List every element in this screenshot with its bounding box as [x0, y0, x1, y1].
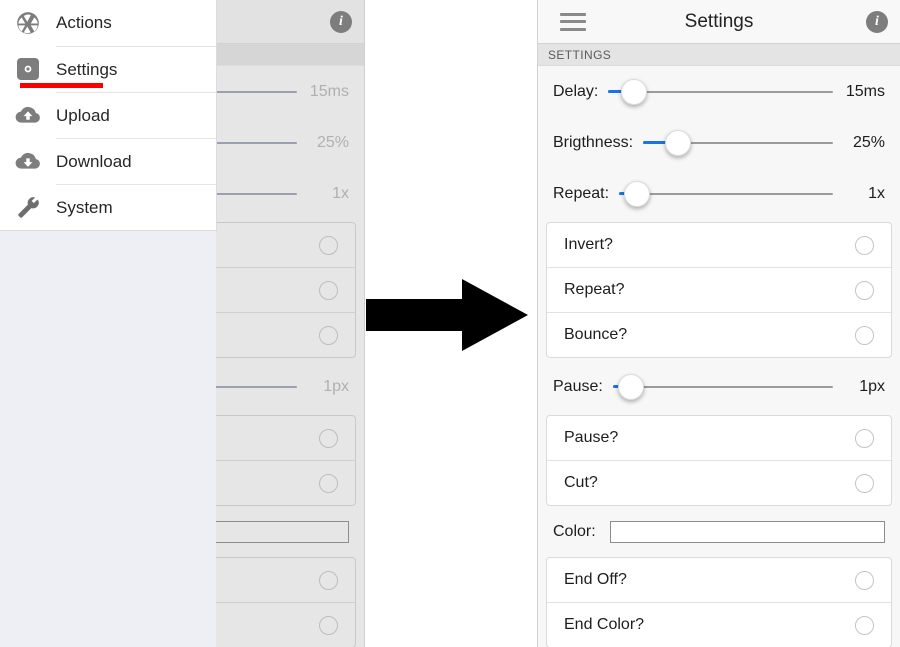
radio-icon-pause-before[interactable] — [319, 428, 338, 448]
toggle-group-3: End Off? End Color? — [546, 557, 892, 647]
slider-value-repeat: 1x — [868, 184, 885, 202]
selection-underline — [20, 83, 103, 88]
drawer-backdrop — [0, 230, 216, 647]
hamburger-bar — [560, 12, 586, 16]
slider-thumb-delay[interactable] — [621, 78, 648, 105]
toggle-label-end-off: End Off? — [564, 571, 627, 588]
slider-value-brightness-before: 25% — [316, 133, 349, 151]
settings-page: Delay: 15ms Brigthness: 25% Repeat: 1x I… — [538, 66, 900, 647]
slider-value-pause: 1px — [859, 377, 885, 395]
drawer-item-upload[interactable]: Upload — [0, 91, 216, 139]
list-item-repeat[interactable]: Repeat? — [547, 268, 891, 313]
cloud-upload-icon — [14, 101, 42, 129]
slider-track — [612, 385, 833, 388]
drawer-item-actions[interactable]: Actions — [0, 0, 216, 46]
radio-icon-end-color[interactable] — [855, 615, 874, 635]
slider-value-repeat-before: 1x — [332, 184, 349, 202]
after-screen-panel: Settings i SETTINGS Delay: 15ms Brigthne… — [537, 0, 900, 647]
hamburger-icon[interactable] — [560, 12, 586, 31]
slider-delay[interactable] — [608, 78, 833, 105]
drawer-item-label: Download — [56, 137, 216, 185]
radio-icon-pause[interactable] — [855, 428, 874, 448]
radio-icon-bounce[interactable] — [855, 325, 874, 345]
hamburger-bar — [560, 20, 586, 23]
slider-thumb-pause[interactable] — [618, 373, 645, 400]
slider-label-brightness: Brigthness: — [553, 133, 634, 151]
slider-pause[interactable] — [612, 373, 833, 400]
radio-icon-cut-before[interactable] — [319, 473, 338, 493]
radio-icon-cut[interactable] — [855, 473, 874, 493]
radio-icon-invert-before[interactable] — [319, 235, 338, 255]
hamburger-bar — [560, 27, 586, 31]
gear-icon — [14, 55, 42, 83]
slider-thumb-brightness[interactable] — [665, 129, 692, 156]
list-item-bounce[interactable]: Bounce? — [547, 313, 891, 357]
wrench-icon — [14, 193, 42, 221]
toggle-label-end-color: End Color? — [564, 616, 645, 633]
list-item-pause[interactable]: Pause? — [547, 416, 891, 461]
right-arrow-icon — [366, 279, 528, 351]
drawer-item-settings[interactable]: Settings — [0, 45, 216, 92]
radio-icon-bounce-before[interactable] — [319, 325, 338, 345]
slider-row-repeat: Repeat: 1x — [546, 168, 892, 219]
slider-value-brightness: 25% — [852, 133, 885, 151]
radio-icon-end-off[interactable] — [855, 570, 874, 590]
drawer-item-download[interactable]: Download — [0, 137, 216, 185]
drawer-item-label: Actions — [56, 13, 112, 32]
slider-thumb-repeat[interactable] — [624, 180, 651, 207]
toggle-group-2: Pause? Cut? — [546, 415, 892, 506]
radio-icon-invert[interactable] — [855, 235, 874, 255]
radio-icon-end-off-before[interactable] — [319, 570, 338, 590]
toggle-label-pause: Pause? — [564, 429, 619, 446]
slider-row-delay: Delay: 15ms — [546, 66, 892, 117]
drawer-item-system[interactable]: System — [0, 183, 216, 231]
slider-label-repeat: Repeat: — [553, 184, 610, 202]
transition-arrow-box — [366, 271, 529, 359]
section-header: SETTINGS — [538, 44, 900, 66]
toggle-label-repeat: Repeat? — [564, 281, 625, 298]
slider-label-delay: Delay: — [553, 82, 599, 100]
slider-brightness[interactable] — [643, 129, 833, 156]
page-title: Settings — [684, 10, 754, 32]
navbar: Settings i — [538, 0, 900, 44]
slider-value-delay: 15ms — [845, 82, 885, 100]
aperture-icon — [14, 9, 42, 37]
slider-value-pause-before: 1px — [323, 377, 349, 395]
drawer-item-label: System — [56, 183, 216, 231]
info-icon[interactable]: i — [866, 10, 888, 33]
toggle-label-cut: Cut? — [564, 474, 598, 491]
toggle-label-invert: Invert? — [564, 236, 613, 253]
navigation-drawer: Actions Settings Upload Download System — [0, 0, 217, 231]
color-input[interactable] — [609, 520, 885, 543]
list-item-invert[interactable]: Invert? — [547, 223, 891, 268]
radio-icon-repeat[interactable] — [855, 280, 874, 300]
list-item-cut[interactable]: Cut? — [547, 461, 891, 505]
slider-track — [619, 192, 833, 195]
list-item-end-off[interactable]: End Off? — [547, 558, 891, 603]
info-icon-before[interactable]: i — [330, 10, 352, 33]
radio-icon-end-color-before[interactable] — [319, 615, 338, 635]
list-item-end-color[interactable]: End Color? — [547, 603, 891, 647]
radio-icon-repeat-before[interactable] — [319, 280, 338, 300]
color-row: Color: — [546, 509, 892, 554]
toggle-label-bounce: Bounce? — [564, 326, 628, 343]
color-label: Color: — [553, 522, 596, 540]
slider-row-brightness: Brigthness: 25% — [546, 117, 892, 168]
slider-row-pause: Pause: 1px — [546, 361, 892, 412]
slider-value-delay-before: 15ms — [309, 82, 349, 100]
slider-repeat[interactable] — [619, 180, 833, 207]
slider-label-pause: Pause: — [553, 377, 603, 395]
drawer-item-label: Upload — [56, 91, 216, 139]
cloud-download-icon — [14, 147, 42, 175]
toggle-group-1: Invert? Repeat? Bounce? — [546, 222, 892, 358]
